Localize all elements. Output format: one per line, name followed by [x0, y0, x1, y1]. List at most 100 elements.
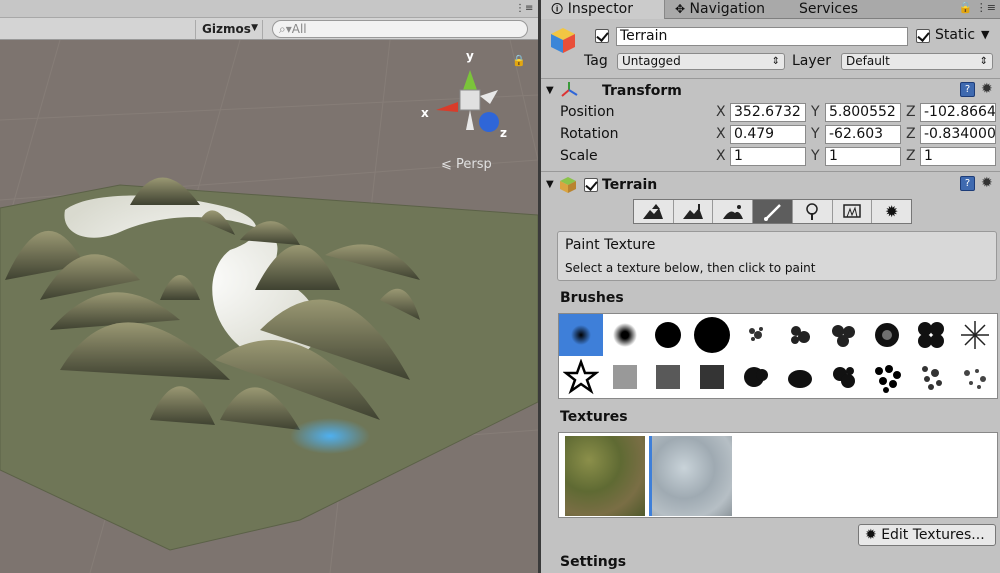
brush-item[interactable]: [953, 356, 997, 398]
edit-textures-button[interactable]: ✹ Edit Textures...: [858, 524, 996, 546]
brush-item[interactable]: [603, 314, 647, 356]
terrain-settings-tool[interactable]: ✹: [872, 200, 911, 223]
separator: [541, 78, 1000, 79]
smooth-height-tool[interactable]: [713, 200, 754, 223]
brush-item[interactable]: [690, 356, 734, 398]
brush-item[interactable]: [953, 314, 997, 356]
texture-item-grass[interactable]: [565, 436, 645, 516]
tab-navigation[interactable]: ✥ Navigation: [675, 0, 775, 19]
tab-inspector[interactable]: 🛈 Inspector: [541, 0, 665, 19]
rotation-z-label: Z: [906, 126, 916, 142]
static-checkbox[interactable]: [916, 29, 930, 43]
static-dropdown-icon[interactable]: ▼: [981, 28, 989, 41]
brush-item[interactable]: [822, 314, 866, 356]
gizmo-x-label: x: [421, 106, 429, 120]
gear-icon[interactable]: ✹: [981, 175, 993, 191]
texture-item-rock[interactable]: [652, 436, 732, 516]
scene-view[interactable]: y x z ⋮≡ Gizmos ▼ ⌕▾All 🔒 ⩽ Persp: [0, 0, 538, 573]
position-x-label: X: [716, 104, 726, 120]
gear-icon[interactable]: ✹: [981, 81, 993, 97]
rotation-z-field[interactable]: -0.834000: [920, 125, 996, 144]
transform-title: Transform: [602, 83, 682, 99]
layer-label: Layer: [792, 53, 832, 69]
object-name-field[interactable]: Terrain: [616, 27, 908, 46]
brush-item[interactable]: [647, 356, 691, 398]
brush-item[interactable]: [690, 314, 734, 356]
layer-value: Default: [846, 54, 890, 68]
brush-item[interactable]: [866, 314, 910, 356]
active-checkbox[interactable]: [595, 29, 609, 43]
scale-label: Scale: [560, 148, 598, 164]
brush-item[interactable]: [909, 314, 953, 356]
edit-textures-label: Edit Textures...: [881, 527, 985, 543]
position-y-label: Y: [811, 104, 820, 120]
paint-texture-tool[interactable]: [753, 200, 793, 223]
brush-item[interactable]: [559, 314, 603, 356]
terrain-component-icon: [559, 176, 577, 198]
brush-item[interactable]: [734, 356, 778, 398]
tab-navigation-label: Navigation: [689, 1, 766, 17]
panel-menu-icon[interactable]: ⋮≡: [515, 3, 533, 14]
paint-details-tool[interactable]: [833, 200, 873, 223]
foldout-arrow-icon[interactable]: ▼: [546, 85, 554, 96]
paint-height-tool[interactable]: [674, 200, 714, 223]
scene-search-input[interactable]: ⌕▾All: [272, 20, 528, 38]
paint-height-icon: [683, 203, 704, 219]
chevron-down-icon: ▼: [251, 23, 258, 33]
position-x-field[interactable]: 352.6732: [730, 103, 806, 122]
panel-menu-icon[interactable]: ⋮≡: [976, 1, 996, 14]
lock-icon[interactable]: 🔒: [512, 54, 526, 67]
tag-value: Untagged: [622, 54, 681, 68]
water-patch: [290, 418, 370, 454]
terrain-enabled-checkbox[interactable]: [584, 178, 598, 192]
brush-item[interactable]: [866, 356, 910, 398]
persp-text: Persp: [456, 157, 492, 172]
scene-viewport[interactable]: y x z: [0, 0, 538, 573]
scale-z-field[interactable]: 1: [920, 147, 996, 166]
paint-texture-icon: [763, 203, 781, 221]
tag-dropdown[interactable]: Untagged ⇕: [617, 53, 785, 70]
position-y-field[interactable]: 5.800552: [825, 103, 901, 122]
place-trees-icon: [806, 202, 818, 220]
gizmos-dropdown[interactable]: Gizmos ▼: [195, 20, 263, 39]
raise-lower-tool[interactable]: [634, 200, 674, 223]
transform-icon: [560, 81, 578, 103]
lock-icon[interactable]: 🔒: [959, 1, 973, 14]
brush-item[interactable]: [909, 356, 953, 398]
brush-item[interactable]: [734, 314, 778, 356]
settings-icon: ✹: [884, 202, 899, 221]
position-z-field[interactable]: -102.8664: [920, 103, 996, 122]
tab-services[interactable]: Services: [799, 0, 869, 19]
help-icon[interactable]: ?: [960, 176, 975, 191]
tag-label: Tag: [584, 53, 608, 69]
brush-item[interactable]: [778, 314, 822, 356]
gear-icon: ✹: [865, 527, 877, 543]
brush-item[interactable]: [822, 356, 866, 398]
paint-texture-title: Paint Texture: [565, 237, 656, 253]
navigation-icon: ✥: [675, 2, 686, 16]
layer-dropdown[interactable]: Default ⇕: [841, 53, 993, 70]
separator: [541, 171, 1000, 172]
scale-x-field[interactable]: 1: [730, 147, 806, 166]
foldout-arrow-icon[interactable]: ▼: [546, 179, 554, 190]
raise-lower-icon: [643, 203, 664, 219]
place-trees-tool[interactable]: [793, 200, 833, 223]
inspector-lock-menu[interactable]: 🔒 ⋮≡: [959, 1, 996, 14]
brush-item[interactable]: [559, 356, 603, 398]
updown-arrow-icon: ⇕: [771, 56, 780, 67]
rotation-y-label: Y: [811, 126, 820, 142]
brush-item[interactable]: [647, 314, 691, 356]
perspective-icon: ⩽: [441, 157, 452, 172]
gameobject-icon: [549, 26, 577, 54]
rotation-x-field[interactable]: 0.479: [730, 125, 806, 144]
brush-item[interactable]: [778, 356, 822, 398]
brush-item[interactable]: [603, 356, 647, 398]
paint-details-icon: [843, 203, 861, 218]
rotation-y-field[interactable]: -62.603: [825, 125, 901, 144]
info-icon: 🛈: [551, 2, 564, 16]
help-icon[interactable]: ?: [960, 82, 975, 97]
inspector-panel: 🛈 Inspector ✥ Navigation Services 🔒 ⋮≡ T…: [541, 0, 1000, 573]
scale-y-field[interactable]: 1: [825, 147, 901, 166]
scale-x-label: X: [716, 148, 726, 164]
persp-label[interactable]: ⩽ Persp: [441, 157, 492, 172]
